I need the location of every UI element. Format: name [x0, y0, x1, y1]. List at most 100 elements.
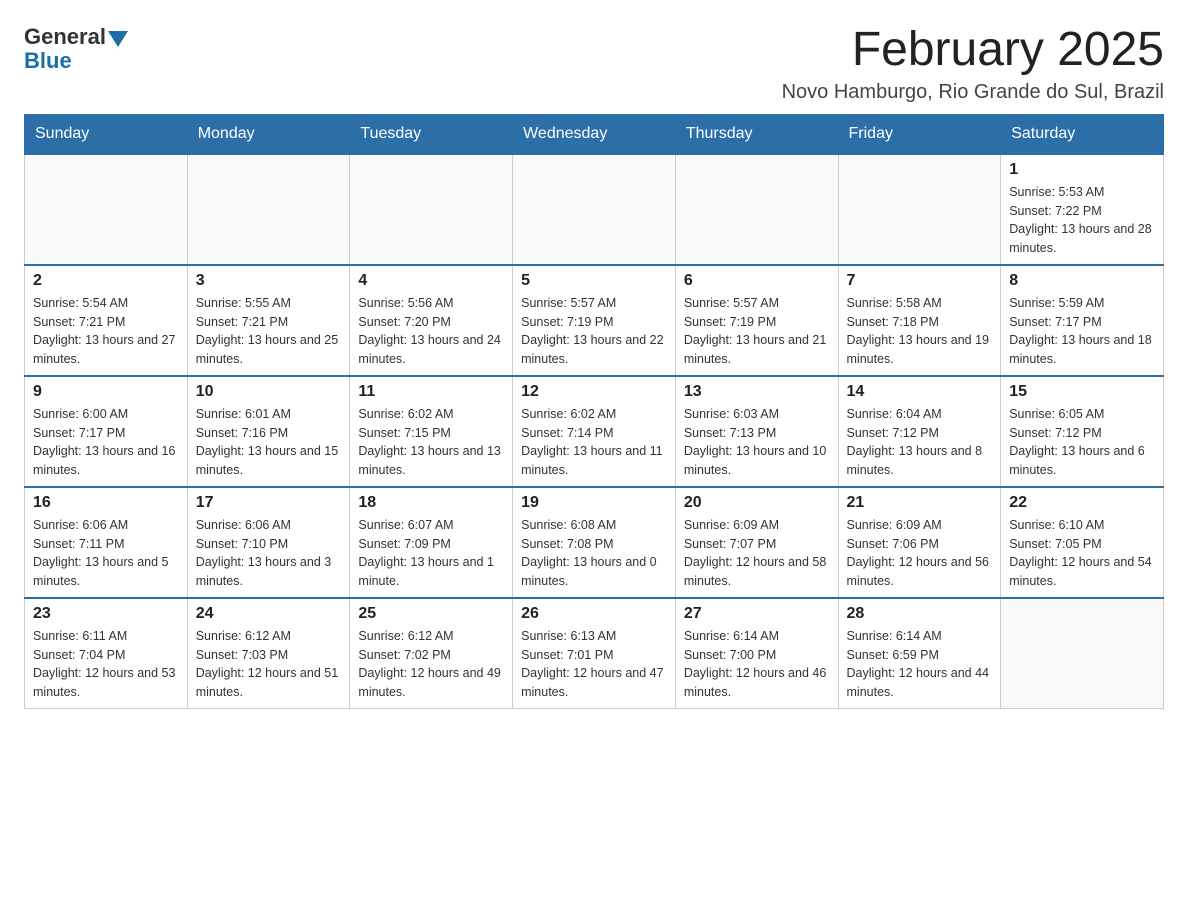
calendar-cell	[675, 154, 838, 265]
calendar-cell: 21 Sunrise: 6:09 AMSunset: 7:06 PMDayligh…	[838, 487, 1001, 598]
calendar-cell: 13 Sunrise: 6:03 AMSunset: 7:13 PMDayligh…	[675, 376, 838, 487]
day-info: Sunrise: 6:06 AMSunset: 7:11 PMDaylight:…	[33, 516, 179, 591]
day-number: 28	[847, 605, 993, 623]
day-number: 9	[33, 383, 179, 401]
calendar-cell: 4 Sunrise: 5:56 AMSunset: 7:20 PMDaylight…	[350, 265, 513, 376]
logo-blue-text: Blue	[24, 48, 72, 74]
day-info: Sunrise: 6:09 AMSunset: 7:06 PMDaylight:…	[847, 516, 993, 591]
calendar-cell: 17 Sunrise: 6:06 AMSunset: 7:10 PMDayligh…	[187, 487, 350, 598]
month-year-title: February 2025	[782, 24, 1164, 77]
calendar-cell	[187, 154, 350, 265]
calendar-cell: 18 Sunrise: 6:07 AMSunset: 7:09 PMDayligh…	[350, 487, 513, 598]
logo-arrow-icon	[108, 31, 128, 47]
day-number: 6	[684, 272, 830, 290]
day-number: 1	[1009, 161, 1155, 179]
day-info: Sunrise: 6:11 AMSunset: 7:04 PMDaylight:…	[33, 627, 179, 702]
day-info: Sunrise: 6:12 AMSunset: 7:02 PMDaylight:…	[358, 627, 504, 702]
day-number: 23	[33, 605, 179, 623]
calendar-cell	[838, 154, 1001, 265]
calendar-cell: 2 Sunrise: 5:54 AMSunset: 7:21 PMDaylight…	[25, 265, 188, 376]
calendar-cell: 16 Sunrise: 6:06 AMSunset: 7:11 PMDayligh…	[25, 487, 188, 598]
calendar-cell: 19 Sunrise: 6:08 AMSunset: 7:08 PMDayligh…	[513, 487, 676, 598]
calendar-cell: 1 Sunrise: 5:53 AMSunset: 7:22 PMDaylight…	[1001, 154, 1164, 265]
calendar-cell: 25Sunrise: 6:12 AMSunset: 7:02 PMDayligh…	[350, 598, 513, 709]
calendar-week-row: 2 Sunrise: 5:54 AMSunset: 7:21 PMDaylight…	[25, 265, 1164, 376]
day-info: Sunrise: 6:02 AMSunset: 7:15 PMDaylight:…	[358, 405, 504, 480]
day-info: Sunrise: 5:54 AMSunset: 7:21 PMDaylight:…	[33, 294, 179, 369]
logo-general-text: General	[24, 24, 106, 50]
day-number: 26	[521, 605, 667, 623]
day-info: Sunrise: 6:13 AMSunset: 7:01 PMDaylight:…	[521, 627, 667, 702]
calendar-table: SundayMondayTuesdayWednesdayThursdayFrid…	[24, 114, 1164, 709]
day-number: 3	[196, 272, 342, 290]
calendar-cell: 6 Sunrise: 5:57 AMSunset: 7:19 PMDaylight…	[675, 265, 838, 376]
calendar-header-thursday: Thursday	[675, 114, 838, 154]
day-info: Sunrise: 6:00 AMSunset: 7:17 PMDaylight:…	[33, 405, 179, 480]
calendar-cell: 26 Sunrise: 6:13 AMSunset: 7:01 PMDayligh…	[513, 598, 676, 709]
day-number: 11	[358, 383, 504, 401]
day-number: 24	[196, 605, 342, 623]
calendar-header-wednesday: Wednesday	[513, 114, 676, 154]
calendar-cell	[1001, 598, 1164, 709]
calendar-cell: 11 Sunrise: 6:02 AMSunset: 7:15 PMDayligh…	[350, 376, 513, 487]
day-info: Sunrise: 5:58 AMSunset: 7:18 PMDaylight:…	[847, 294, 993, 369]
day-info: Sunrise: 6:07 AMSunset: 7:09 PMDaylight:…	[358, 516, 504, 591]
calendar-cell: 24 Sunrise: 6:12 AMSunset: 7:03 PMDayligh…	[187, 598, 350, 709]
calendar-header-monday: Monday	[187, 114, 350, 154]
day-number: 19	[521, 494, 667, 512]
calendar-cell: 5Sunrise: 5:57 AMSunset: 7:19 PMDaylight…	[513, 265, 676, 376]
day-number: 18	[358, 494, 504, 512]
day-number: 4	[358, 272, 504, 290]
day-info: Sunrise: 6:01 AMSunset: 7:16 PMDaylight:…	[196, 405, 342, 480]
calendar-cell: 14 Sunrise: 6:04 AMSunset: 7:12 PMDayligh…	[838, 376, 1001, 487]
day-info: Sunrise: 5:59 AMSunset: 7:17 PMDaylight:…	[1009, 294, 1155, 369]
day-info: Sunrise: 6:08 AMSunset: 7:08 PMDaylight:…	[521, 516, 667, 591]
day-number: 2	[33, 272, 179, 290]
day-info: Sunrise: 5:55 AMSunset: 7:21 PMDaylight:…	[196, 294, 342, 369]
day-info: Sunrise: 6:12 AMSunset: 7:03 PMDaylight:…	[196, 627, 342, 702]
calendar-cell: 22 Sunrise: 6:10 AMSunset: 7:05 PMDayligh…	[1001, 487, 1164, 598]
calendar-header-tuesday: Tuesday	[350, 114, 513, 154]
day-number: 8	[1009, 272, 1155, 290]
calendar-cell: 10 Sunrise: 6:01 AMSunset: 7:16 PMDayligh…	[187, 376, 350, 487]
day-info: Sunrise: 5:57 AMSunset: 7:19 PMDaylight:…	[684, 294, 830, 369]
day-number: 10	[196, 383, 342, 401]
day-info: Sunrise: 6:06 AMSunset: 7:10 PMDaylight:…	[196, 516, 342, 591]
day-number: 12	[521, 383, 667, 401]
day-info: Sunrise: 6:14 AMSunset: 6:59 PMDaylight:…	[847, 627, 993, 702]
day-info: Sunrise: 6:05 AMSunset: 7:12 PMDaylight:…	[1009, 405, 1155, 480]
calendar-cell: 3 Sunrise: 5:55 AMSunset: 7:21 PMDaylight…	[187, 265, 350, 376]
day-number: 16	[33, 494, 179, 512]
calendar-cell: 7 Sunrise: 5:58 AMSunset: 7:18 PMDaylight…	[838, 265, 1001, 376]
day-number: 7	[847, 272, 993, 290]
day-number: 21	[847, 494, 993, 512]
title-block: February 2025 Novo Hamburgo, Rio Grande …	[782, 24, 1164, 104]
page-header: General Blue February 2025 Novo Hamburgo…	[24, 24, 1164, 104]
day-number: 13	[684, 383, 830, 401]
calendar-header-row: SundayMondayTuesdayWednesdayThursdayFrid…	[25, 114, 1164, 154]
calendar-header-saturday: Saturday	[1001, 114, 1164, 154]
day-number: 15	[1009, 383, 1155, 401]
calendar-week-row: 9 Sunrise: 6:00 AMSunset: 7:17 PMDaylight…	[25, 376, 1164, 487]
calendar-week-row: 16 Sunrise: 6:06 AMSunset: 7:11 PMDayligh…	[25, 487, 1164, 598]
calendar-cell	[513, 154, 676, 265]
location-subtitle: Novo Hamburgo, Rio Grande do Sul, Brazil	[782, 81, 1164, 104]
day-number: 27	[684, 605, 830, 623]
calendar-cell: 9 Sunrise: 6:00 AMSunset: 7:17 PMDaylight…	[25, 376, 188, 487]
calendar-cell	[25, 154, 188, 265]
calendar-cell: 23 Sunrise: 6:11 AMSunset: 7:04 PMDayligh…	[25, 598, 188, 709]
day-number: 14	[847, 383, 993, 401]
calendar-cell: 8 Sunrise: 5:59 AMSunset: 7:17 PMDaylight…	[1001, 265, 1164, 376]
day-info: Sunrise: 6:03 AMSunset: 7:13 PMDaylight:…	[684, 405, 830, 480]
calendar-cell: 27Sunrise: 6:14 AMSunset: 7:00 PMDayligh…	[675, 598, 838, 709]
day-info: Sunrise: 5:56 AMSunset: 7:20 PMDaylight:…	[358, 294, 504, 369]
day-info: Sunrise: 5:53 AMSunset: 7:22 PMDaylight:…	[1009, 183, 1155, 258]
calendar-week-row: 1 Sunrise: 5:53 AMSunset: 7:22 PMDaylight…	[25, 154, 1164, 265]
day-number: 17	[196, 494, 342, 512]
logo: General Blue	[24, 24, 128, 74]
calendar-cell: 15 Sunrise: 6:05 AMSunset: 7:12 PMDayligh…	[1001, 376, 1164, 487]
day-info: Sunrise: 6:04 AMSunset: 7:12 PMDaylight:…	[847, 405, 993, 480]
day-number: 22	[1009, 494, 1155, 512]
day-info: Sunrise: 6:09 AMSunset: 7:07 PMDaylight:…	[684, 516, 830, 591]
day-info: Sunrise: 6:10 AMSunset: 7:05 PMDaylight:…	[1009, 516, 1155, 591]
